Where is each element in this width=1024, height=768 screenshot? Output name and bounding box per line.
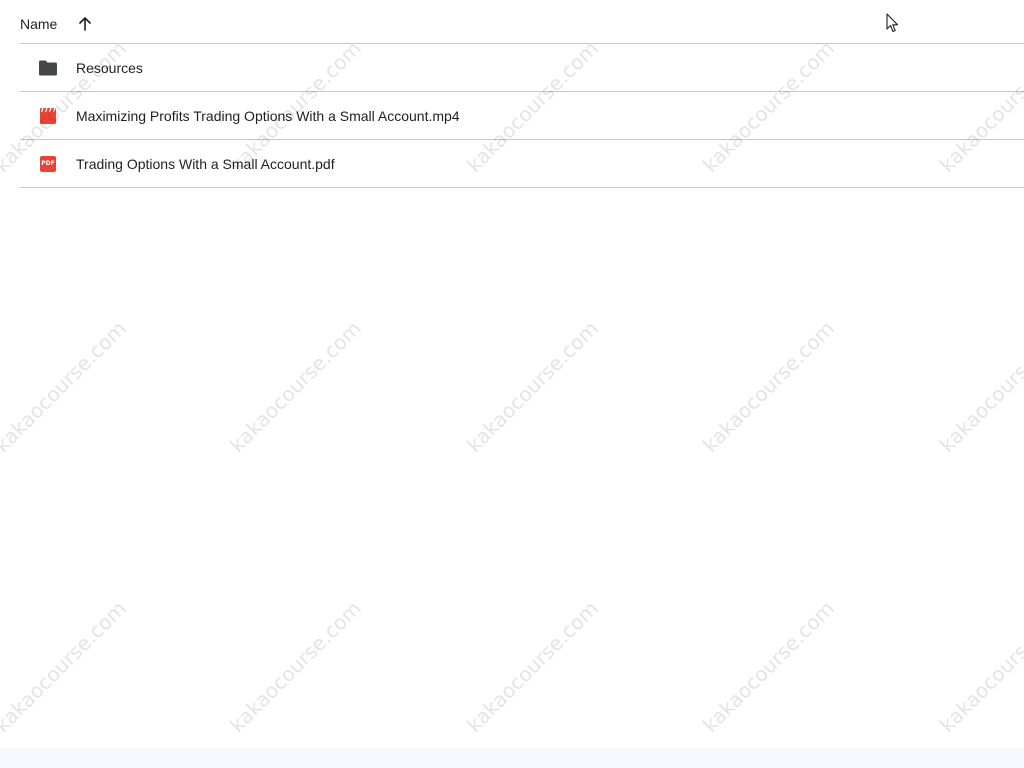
watermark-text: kakaocourse.com (0, 316, 131, 457)
sort-by-name-button[interactable]: Name (20, 16, 93, 32)
pdf-badge: PDF (40, 155, 56, 172)
video-clapper-icon (38, 106, 58, 126)
pdf-icon: PDF (38, 154, 58, 174)
file-row-video[interactable]: Maximizing Profits Trading Options With … (20, 92, 1024, 140)
file-name[interactable]: Resources (76, 60, 143, 76)
watermark-text: kakaocourse.com (935, 596, 1024, 737)
file-list: Name Resources Maximizing Profits Tradin… (20, 0, 1024, 188)
file-row-folder[interactable]: Resources (20, 44, 1024, 92)
watermark-text: kakaocourse.com (0, 596, 131, 737)
arrow-upward-icon[interactable] (77, 16, 93, 32)
list-header-row: Name (20, 0, 1024, 44)
watermark-text: kakaocourse.com (935, 316, 1024, 457)
folder-icon (38, 58, 58, 78)
name-column-header: Name (20, 15, 58, 32)
file-browser-page: Name Resources Maximizing Profits Tradin… (0, 0, 1024, 768)
file-row-pdf[interactable]: PDF Trading Options With a Small Account… (20, 140, 1024, 188)
file-name[interactable]: Maximizing Profits Trading Options With … (76, 108, 460, 124)
watermark-text: kakaocourse.com (462, 316, 603, 457)
bottom-bar (0, 748, 1024, 768)
watermark-text: kakaocourse.com (462, 596, 603, 737)
watermark-text: kakaocourse.com (698, 316, 839, 457)
file-name[interactable]: Trading Options With a Small Account.pdf (76, 156, 335, 172)
watermark-text: kakaocourse.com (225, 596, 366, 737)
watermark-text: kakaocourse.com (225, 316, 366, 457)
watermark-text: kakaocourse.com (698, 596, 839, 737)
mouse-pointer-icon (886, 13, 900, 33)
